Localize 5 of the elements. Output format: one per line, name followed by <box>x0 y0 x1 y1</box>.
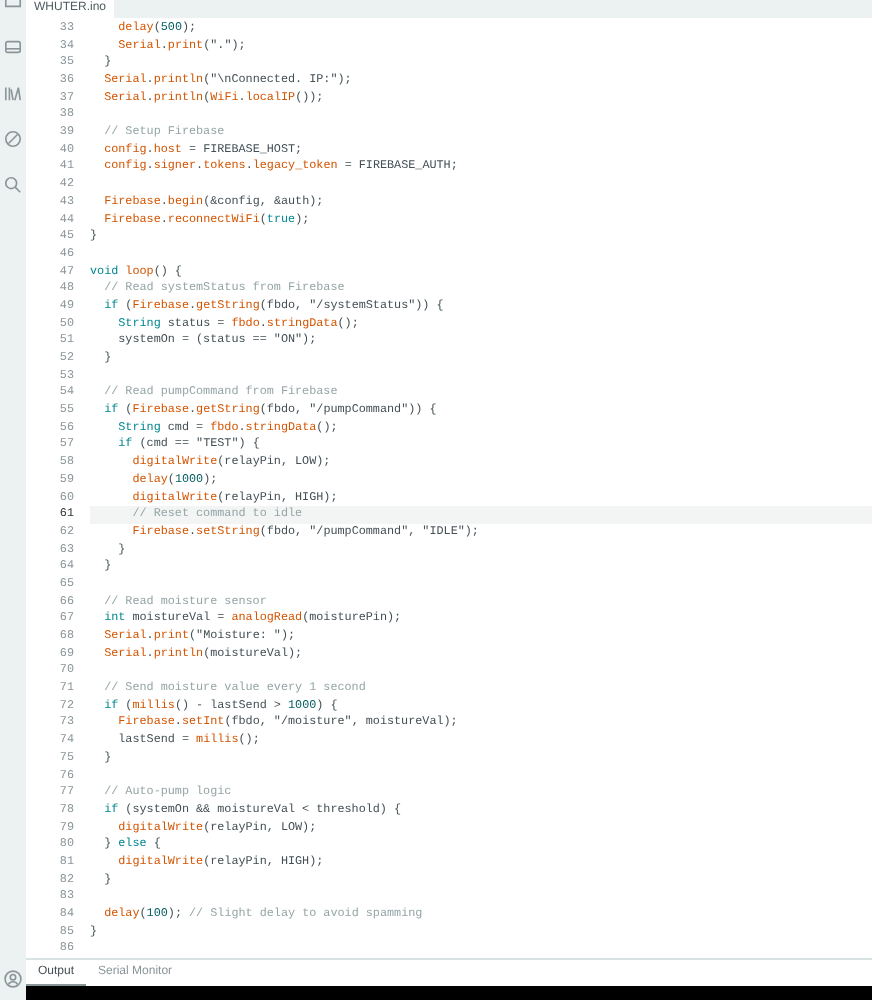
profile-icon[interactable] <box>4 970 22 988</box>
library-icon[interactable] <box>4 84 22 102</box>
board-icon[interactable] <box>4 38 22 56</box>
debug-icon[interactable] <box>4 130 22 148</box>
search-icon[interactable] <box>4 176 22 194</box>
